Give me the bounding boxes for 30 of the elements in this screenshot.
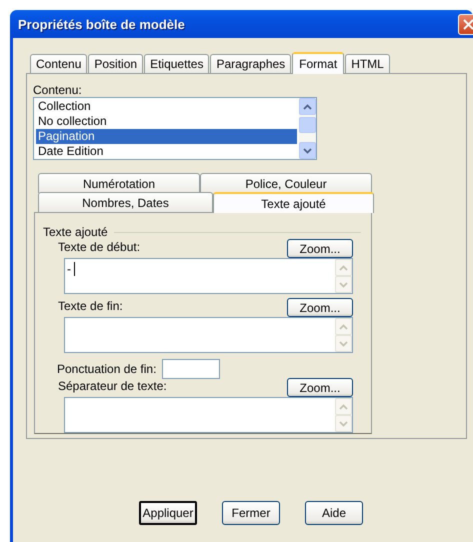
field-value: - [67,262,71,276]
tab[interactable]: Paragraphes [210,54,292,73]
tab[interactable]: HTML [345,54,390,73]
field-label: Texte de début: [57,240,140,256]
field-label: Texte de fin: [57,299,123,315]
text-area[interactable]: - [64,258,353,294]
tab[interactable]: Numérotation [38,173,200,193]
dialog-button[interactable]: Fermer [222,501,280,525]
list-item[interactable]: Pagination [36,129,297,144]
list-item[interactable]: No collection [36,114,297,129]
content-listbox[interactable]: Collection No collection Pagination Date Edition [33,97,317,160]
dialog-button[interactable]: Appliquer [139,501,197,525]
list-item[interactable]: Collection [36,99,297,114]
dialog-button[interactable]: Aide [305,501,363,525]
zoom-button[interactable]: Zoom... [287,378,353,397]
zoom-button[interactable]: Zoom... [287,239,353,258]
tab[interactable]: Police, Couleur [200,173,372,193]
tab[interactable]: Contenu [30,54,88,73]
window-title: Propriétés boîte de modèle [18,16,185,32]
tab[interactable]: Format [292,52,344,74]
tab[interactable]: Etiquettes [144,54,210,73]
list-item[interactable]: Date Edition [36,144,297,159]
group-title: Texte ajouté [43,225,108,239]
zoom-button[interactable]: Zoom... [287,298,353,317]
tab[interactable]: Position [88,54,144,73]
tab[interactable]: Nombres, Dates [38,192,213,212]
field-label: Ponctuation de fin: [57,362,156,376]
field-label: Séparateur de texte: [57,379,167,395]
tab[interactable]: Texte ajouté [213,192,374,213]
list-label: Contenu: [33,83,83,97]
